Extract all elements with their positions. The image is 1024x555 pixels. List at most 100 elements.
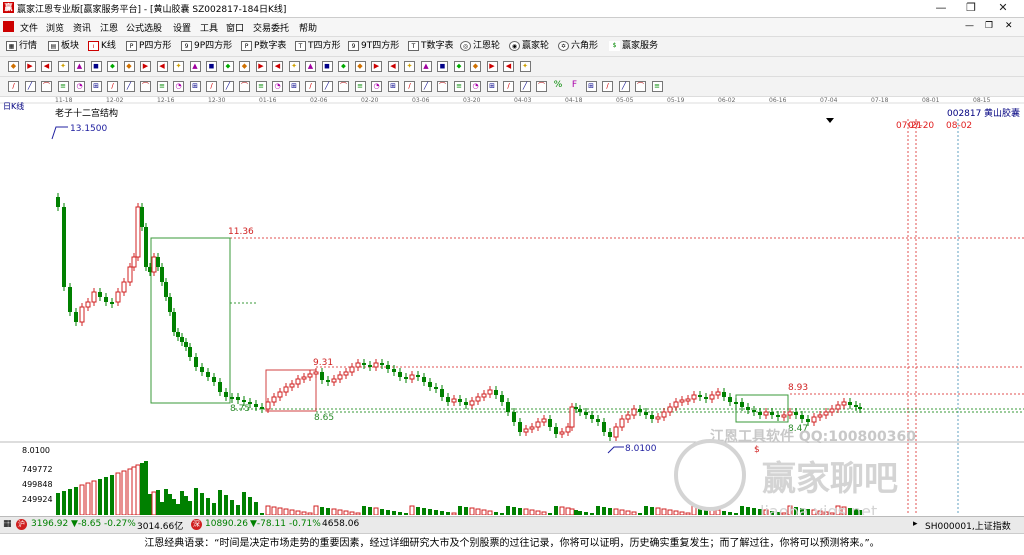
mdi-minimize-button[interactable]: — <box>965 21 974 31</box>
draw-arc-icon-32[interactable]: ⌒ <box>536 81 547 92</box>
dropdown-arrow-icon[interactable] <box>826 118 834 123</box>
tool-gann-wheel[interactable]: ◎ 江恩轮 <box>460 40 500 53</box>
draw-ray-icon-19[interactable]: ╱ <box>321 81 333 92</box>
menu-formula[interactable]: 公式选股 <box>126 21 162 34</box>
tool-star-icon-17[interactable]: ✦ <box>288 61 300 72</box>
draw-circle-icon-10[interactable]: ◔ <box>173 81 184 92</box>
status-grid-icon[interactable]: ▦ <box>3 519 12 529</box>
tool-star-icon-31[interactable]: ✦ <box>519 61 531 72</box>
tool-star-icon-3[interactable]: ✦ <box>57 61 69 72</box>
menu-tools[interactable]: 工具 <box>200 21 218 34</box>
draw-grid-icon-5[interactable]: ⊞ <box>90 81 102 92</box>
tool-play-icon-29[interactable]: ▶ <box>486 61 498 72</box>
draw-channel-icon-27[interactable]: ≡ <box>453 81 465 92</box>
menu-gann[interactable]: 江恩 <box>100 21 118 34</box>
tool-t-square[interactable]: T T四方形 <box>295 40 341 53</box>
tool-diamond-icon-13[interactable]: ⬥ <box>222 61 234 72</box>
draw-grid-icon-11[interactable]: ⊞ <box>189 81 201 92</box>
tool-diamond-icon-20[interactable]: ⬥ <box>338 61 349 72</box>
tool-star-icon-24[interactable]: ✦ <box>404 61 415 72</box>
draw-line-icon-24[interactable]: / <box>404 81 415 92</box>
tool-box-icon-19[interactable]: ◼ <box>321 61 333 72</box>
tool-up-icon-4[interactable]: ▲ <box>74 61 85 72</box>
tool-arrow-icon-28[interactable]: ◆ <box>470 61 481 72</box>
menu-file[interactable]: 文件 <box>20 21 38 34</box>
draw-ray-icon-1[interactable]: ╱ <box>24 81 36 92</box>
tool-quotes[interactable]: ▦ 行情 <box>6 40 37 53</box>
draw-ray-icon-31[interactable]: ╱ <box>519 81 531 92</box>
tool-blocks[interactable]: ▤ 板块 <box>48 40 79 53</box>
draw-grid-icon-29[interactable]: ⊞ <box>486 81 498 92</box>
menu-help[interactable]: 帮助 <box>299 21 317 34</box>
tool-p-square[interactable]: P P四方形 <box>126 40 171 53</box>
tool-play-icon-1[interactable]: ▶ <box>24 61 36 72</box>
draw-circle-icon-16[interactable]: ◔ <box>272 81 283 92</box>
minimize-button[interactable]: — <box>926 0 956 17</box>
tool-arrow-icon-7[interactable]: ◆ <box>123 61 135 72</box>
tool-back-icon-30[interactable]: ◀ <box>503 61 514 72</box>
tool-arrow-icon-21[interactable]: ◆ <box>354 61 366 72</box>
tool-hexagon[interactable]: ✡ 六角形 <box>558 40 598 53</box>
draw-grid-icon-17[interactable]: ⊞ <box>288 81 300 92</box>
close-button[interactable]: ✕ <box>988 0 1018 17</box>
tool-back-icon-9[interactable]: ◀ <box>156 61 168 72</box>
tool-9t-square[interactable]: 9 9T四方形 <box>348 40 399 53</box>
tool-arrow-icon-0[interactable]: ◆ <box>8 61 19 72</box>
draw-ray-icon-37[interactable]: ╱ <box>618 81 630 92</box>
tool-t-table[interactable]: T T数字表 <box>408 40 454 53</box>
tool-box-icon-26[interactable]: ◼ <box>437 61 448 72</box>
tool-arrow-icon-14[interactable]: ◆ <box>239 61 250 72</box>
draw-channel-icon-39[interactable]: ≡ <box>651 81 663 92</box>
draw-arc-icon-8[interactable]: ⌒ <box>140 81 151 92</box>
kline-chart[interactable]: 11-18 12-02 12-16 12-30 01-16 02-06 02-20 03-06… <box>0 97 1024 515</box>
draw-channel-icon-21[interactable]: ≡ <box>354 81 366 92</box>
tool-up-icon-25[interactable]: ▲ <box>420 61 432 72</box>
draw-arc-icon-20[interactable]: ⌒ <box>338 81 349 92</box>
draw-circle-icon-28[interactable]: ◔ <box>470 81 481 92</box>
menu-window[interactable]: 窗口 <box>226 21 244 34</box>
draw-line-icon-36[interactable]: / <box>602 81 613 92</box>
draw-line-icon-12[interactable]: / <box>206 81 217 92</box>
draw-line-icon-18[interactable]: / <box>305 81 316 92</box>
tool-play-icon-15[interactable]: ▶ <box>255 61 267 72</box>
tool-box-icon-12[interactable]: ◼ <box>206 61 217 72</box>
tool-box-icon-5[interactable]: ◼ <box>90 61 102 72</box>
tool-diamond-icon-6[interactable]: ⬥ <box>107 61 118 72</box>
tool-play-icon-22[interactable]: ▶ <box>371 61 382 72</box>
draw-channel-icon-33[interactable]: % <box>553 81 564 92</box>
draw-channel-icon-15[interactable]: ≡ <box>255 81 267 92</box>
menu-settings[interactable]: 设置 <box>173 21 191 34</box>
draw-channel-icon-3[interactable]: ≡ <box>57 81 69 92</box>
draw-circle-icon-4[interactable]: ◔ <box>74 81 85 92</box>
draw-arc-icon-2[interactable]: ⌒ <box>41 81 52 92</box>
restore-button[interactable]: ❐ <box>956 0 986 17</box>
draw-ray-icon-7[interactable]: ╱ <box>123 81 135 92</box>
draw-arc-icon-14[interactable]: ⌒ <box>239 81 250 92</box>
menu-trade[interactable]: 交易委托 <box>253 21 289 34</box>
draw-line-icon-0[interactable]: / <box>8 81 19 92</box>
draw-ray-icon-25[interactable]: ╱ <box>420 81 432 92</box>
tool-up-icon-18[interactable]: ▲ <box>305 61 316 72</box>
draw-line-icon-6[interactable]: / <box>107 81 118 92</box>
tool-play-icon-8[interactable]: ▶ <box>140 61 151 72</box>
mdi-restore-button[interactable]: ❐ <box>985 21 993 31</box>
tool-kline[interactable]: ı K线 <box>88 40 116 53</box>
draw-circle-icon-34[interactable]: F <box>569 81 580 92</box>
draw-channel-icon-9[interactable]: ≡ <box>156 81 168 92</box>
tool-winner-service[interactable]: $ 赢家服务 <box>609 40 658 53</box>
tool-diamond-icon-27[interactable]: ⬥ <box>453 61 465 72</box>
draw-arc-icon-38[interactable]: ⌒ <box>635 81 646 92</box>
mdi-close-button[interactable]: ✕ <box>1005 21 1013 31</box>
tool-winner-wheel[interactable]: ◉ 赢家轮 <box>509 40 549 53</box>
tool-up-icon-11[interactable]: ▲ <box>189 61 201 72</box>
draw-grid-icon-23[interactable]: ⊞ <box>387 81 399 92</box>
menu-info[interactable]: 资讯 <box>73 21 91 34</box>
tool-star-icon-10[interactable]: ✦ <box>173 61 184 72</box>
status-right[interactable]: SH000001,上证指数 <box>925 519 1011 532</box>
tool-p-table[interactable]: P P数字表 <box>241 40 286 53</box>
tool-back-icon-16[interactable]: ◀ <box>272 61 283 72</box>
menu-browse[interactable]: 浏览 <box>46 21 64 34</box>
draw-circle-icon-22[interactable]: ◔ <box>371 81 382 92</box>
tool-9p-square[interactable]: 9 9P四方形 <box>181 40 232 53</box>
draw-arc-icon-26[interactable]: ⌒ <box>437 81 448 92</box>
